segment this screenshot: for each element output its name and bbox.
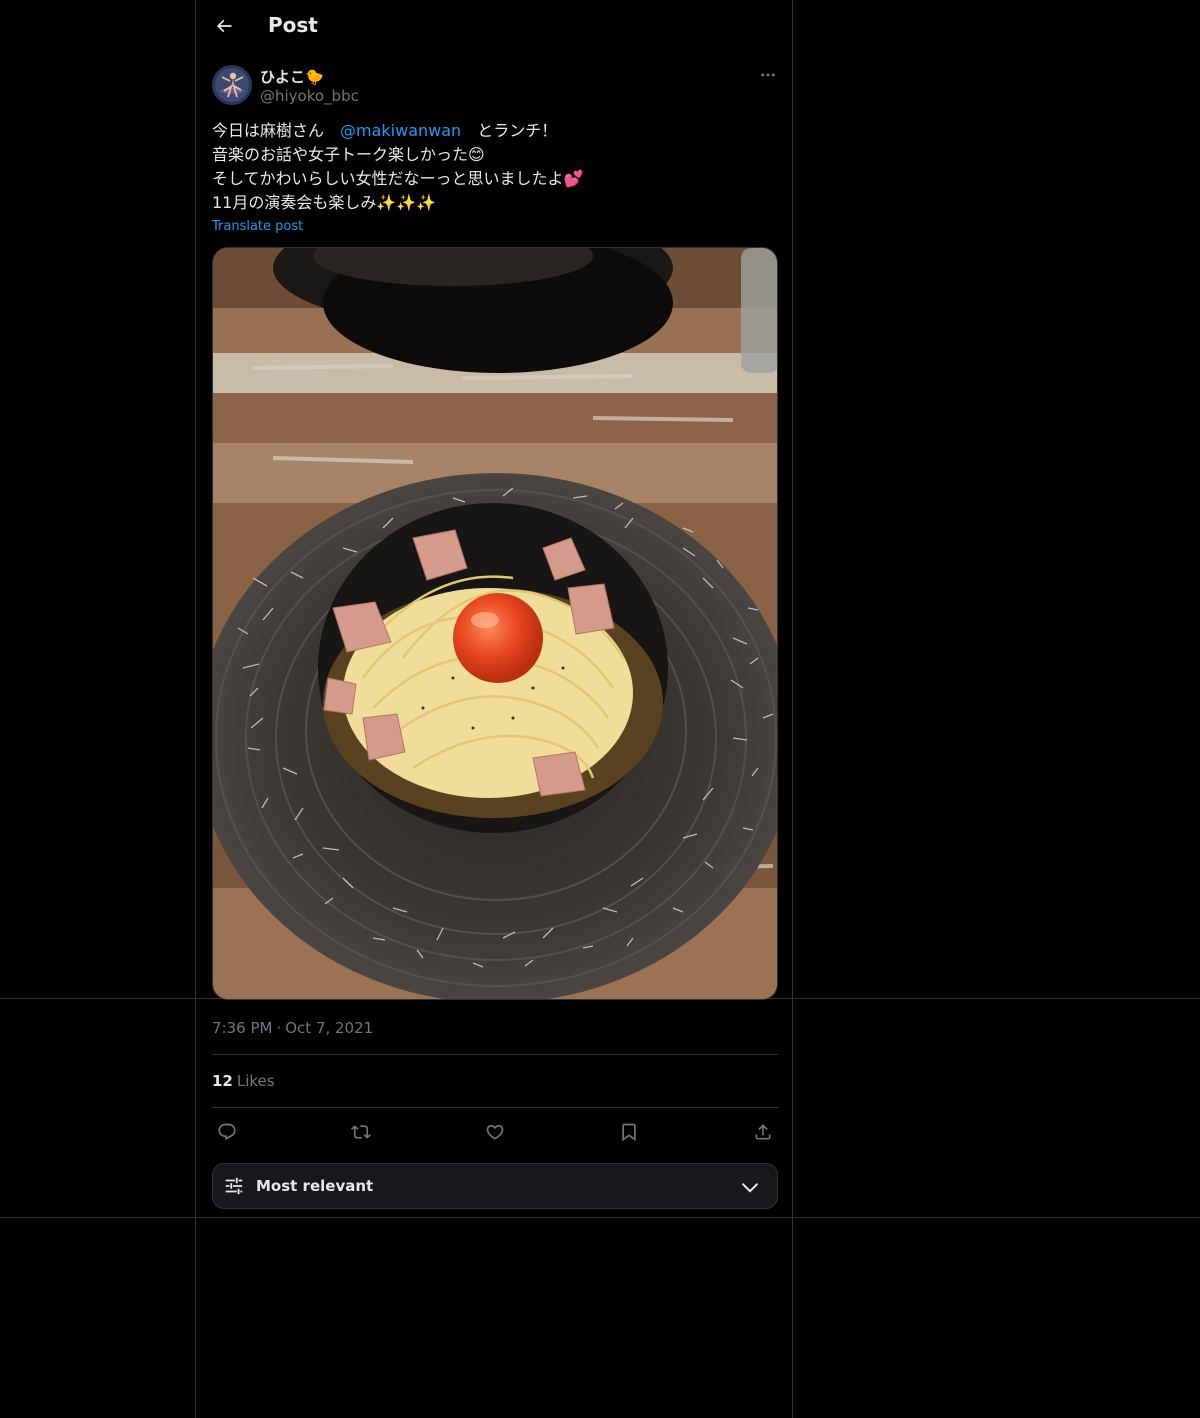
bookmark-icon: [622, 1123, 636, 1142]
post-timestamp[interactable]: 7:36 PM · Oct 7, 2021: [212, 1019, 373, 1037]
tweet-text-segment: 今日は麻樹さん: [212, 121, 341, 140]
tweet-line: 今日は麻樹さん @makiwanwan とランチ！: [212, 119, 778, 143]
repost-button[interactable]: [346, 1117, 376, 1147]
post-date: Oct 7, 2021: [285, 1019, 374, 1037]
pasta-photo: [213, 248, 777, 999]
share-icon: [755, 1124, 771, 1140]
arrow-left-icon: [216, 19, 232, 33]
back-button[interactable]: [208, 10, 240, 42]
page-title: Post: [268, 13, 318, 37]
reply-button[interactable]: [212, 1117, 242, 1147]
post-photo[interactable]: [212, 247, 778, 1000]
avatar[interactable]: [212, 65, 252, 105]
sliders-icon: [225, 1177, 243, 1195]
divider-line: [212, 1107, 778, 1108]
translate-post-link[interactable]: Translate post: [212, 219, 303, 234]
tweet-line: 音楽のお話や女子トーク楽しかった😊: [212, 145, 485, 164]
like-button[interactable]: [480, 1117, 510, 1147]
tweet-line: そしてかわいらしい女性だなーっと思いましたよ💕: [212, 169, 584, 188]
tweet-line: 11月の演奏会も楽しみ✨✨✨: [212, 193, 437, 212]
more-options-button[interactable]: [754, 63, 782, 87]
share-button[interactable]: [748, 1117, 778, 1147]
mention-link[interactable]: @makiwanwan: [340, 121, 461, 140]
meta-separator: ·: [276, 1019, 282, 1037]
post-time: 7:36 PM: [212, 1019, 273, 1037]
heart-icon: [486, 1124, 504, 1140]
more-icon: [761, 73, 775, 77]
sort-label: Most relevant: [256, 1177, 374, 1195]
likes-stat[interactable]: 12 Likes: [212, 1072, 275, 1090]
avatar-image: [212, 65, 252, 105]
main-column: Post ひよこ🐤 @hiyoko_bbc 今日は麻樹さん @makiwanwa…: [195, 0, 793, 1418]
author-display-name[interactable]: ひよこ🐤: [260, 66, 324, 87]
reply-icon: [218, 1123, 236, 1141]
likes-count: 12: [212, 1072, 233, 1090]
likes-label: Likes: [236, 1072, 275, 1090]
author-handle[interactable]: @hiyoko_bbc: [260, 87, 359, 105]
chevron-down-icon: [741, 1182, 759, 1193]
reply-sort-dropdown[interactable]: Most relevant: [212, 1163, 778, 1209]
page-header: Post: [196, 0, 794, 53]
bookmark-button[interactable]: [614, 1117, 644, 1147]
divider-line: [212, 1054, 778, 1055]
tweet-text: 今日は麻樹さん @makiwanwan とランチ！ 音楽のお話や女子トーク楽しか…: [212, 119, 778, 215]
tweet-text-segment: とランチ！: [461, 121, 558, 140]
repost-icon: [351, 1125, 371, 1139]
